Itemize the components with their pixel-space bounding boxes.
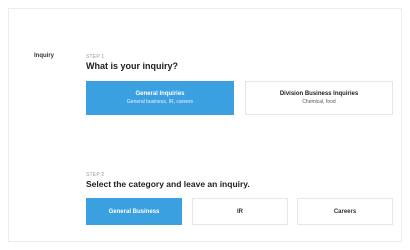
step1-title: What is your inquiry? xyxy=(86,61,179,71)
general-inquiries-option[interactable]: General Inquiries General business, IR, … xyxy=(86,81,234,115)
step1-tag: STEP 1 xyxy=(86,54,105,60)
step2-title: Select the category and leave an inquiry… xyxy=(86,179,250,189)
division-business-title: Division Business Inquiries xyxy=(279,91,359,97)
step2-tag: STEP 2 xyxy=(86,172,105,178)
category-general-business-button[interactable]: General Business xyxy=(86,198,182,225)
general-inquiries-title: General Inquiries xyxy=(135,91,185,97)
section-label: Inquiry xyxy=(34,53,55,59)
division-business-inquiries-option[interactable]: Division Business Inquiries Chemical, fo… xyxy=(245,81,393,115)
general-inquiries-subtitle: General business, IR, careers xyxy=(126,99,194,105)
division-business-subtitle: Chemical, food xyxy=(302,99,336,105)
category-ir-button[interactable]: IR xyxy=(192,198,288,225)
category-careers-button[interactable]: Careers xyxy=(297,198,393,225)
